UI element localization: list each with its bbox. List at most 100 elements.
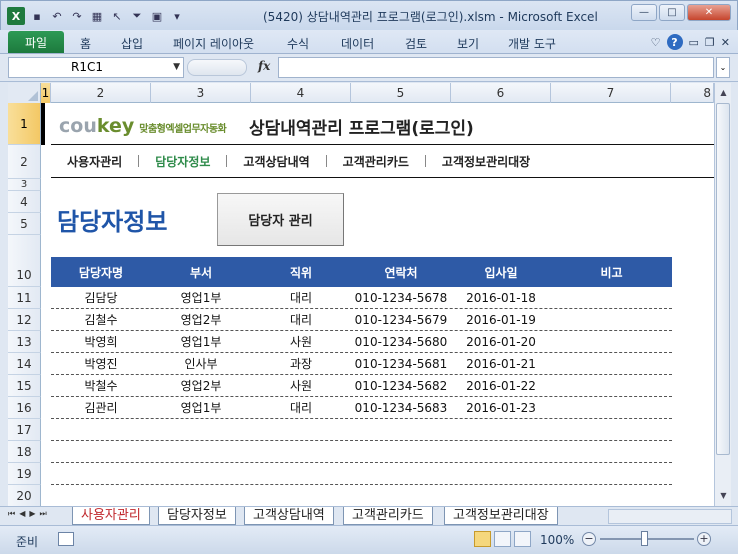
cell-note[interactable]: [551, 463, 672, 484]
row-header[interactable]: 17: [8, 419, 41, 441]
last-sheet-icon[interactable]: ⏭: [40, 509, 47, 519]
normal-view-icon[interactable]: [474, 531, 491, 547]
file-tab[interactable]: 파일: [8, 31, 64, 53]
row-header[interactable]: 15: [8, 375, 41, 397]
cell-department[interactable]: 인사부: [151, 353, 251, 374]
prev-sheet-icon[interactable]: ◀: [19, 509, 25, 519]
zoom-level[interactable]: 100%: [540, 533, 574, 547]
cell-name[interactable]: [51, 485, 151, 506]
page-layout-view-icon[interactable]: [494, 531, 511, 547]
cell-phone[interactable]: 010-1234-5679: [351, 309, 451, 330]
tab-developer[interactable]: 개발 도구: [508, 35, 556, 52]
filter-icon[interactable]: ⏷: [129, 8, 145, 24]
select-all-corner[interactable]: [8, 83, 41, 103]
insert-function-icon[interactable]: fx: [258, 59, 270, 73]
cell-note[interactable]: [551, 485, 672, 506]
menu-item-consult-history[interactable]: 고객상담내역: [227, 153, 325, 170]
grid-icon[interactable]: ▦: [89, 8, 105, 24]
menu-item-staff-info[interactable]: 담당자정보: [139, 153, 226, 170]
column-header[interactable]: 4: [251, 83, 351, 103]
cell-position[interactable]: [251, 485, 351, 506]
cell-phone[interactable]: [351, 463, 451, 484]
cell-phone[interactable]: [351, 419, 451, 440]
cell-position[interactable]: [251, 419, 351, 440]
page-break-view-icon[interactable]: [514, 531, 531, 547]
pointer-icon[interactable]: ↖: [109, 8, 125, 24]
cell-department[interactable]: 영업1부: [151, 331, 251, 352]
cell-hire-date[interactable]: 2016-01-21: [451, 353, 551, 374]
sheet-tab-customer-ledger[interactable]: 고객정보관리대장: [444, 507, 558, 525]
horizontal-scrollbar[interactable]: [608, 509, 732, 524]
tab-home[interactable]: 홈: [80, 35, 91, 52]
cell-phone[interactable]: 010-1234-5681: [351, 353, 451, 374]
cell-hire-date[interactable]: [451, 441, 551, 462]
tab-view[interactable]: 보기: [457, 35, 479, 52]
cell-department[interactable]: [151, 441, 251, 462]
zoom-out-icon[interactable]: −: [582, 532, 596, 546]
row-header[interactable]: 18: [8, 441, 41, 463]
vertical-scrollbar[interactable]: ▲ ▼: [714, 83, 731, 506]
cell-position[interactable]: 사원: [251, 375, 351, 396]
cell-note[interactable]: [551, 309, 672, 330]
maximize-button[interactable]: □: [659, 4, 685, 21]
zoom-in-icon[interactable]: +: [697, 532, 711, 546]
cell-hire-date[interactable]: 2016-01-18: [451, 287, 551, 308]
cell-name[interactable]: 김관리: [51, 397, 151, 418]
cell-note[interactable]: [551, 441, 672, 462]
cell-note[interactable]: [551, 375, 672, 396]
row-header[interactable]: 14: [8, 353, 41, 375]
column-header[interactable]: 3: [151, 83, 251, 103]
doc-close-icon[interactable]: ✕: [721, 36, 730, 49]
row-header[interactable]: 13: [8, 331, 41, 353]
cell-phone[interactable]: 010-1234-5682: [351, 375, 451, 396]
scroll-up-icon[interactable]: ▲: [716, 85, 731, 101]
row-header[interactable]: 11: [8, 287, 41, 309]
sheet-tab-user-management[interactable]: 사용자관리: [72, 507, 150, 525]
save-icon[interactable]: ▪: [29, 8, 45, 24]
cell-department[interactable]: [151, 419, 251, 440]
cell-note[interactable]: [551, 287, 672, 308]
tab-review[interactable]: 검토: [405, 35, 427, 52]
row-header[interactable]: 19: [8, 463, 41, 485]
cell-hire-date[interactable]: [451, 485, 551, 506]
expand-formula-bar-icon[interactable]: ⌄: [716, 57, 730, 78]
undo-icon[interactable]: ↶: [49, 8, 65, 24]
cell-position[interactable]: 사원: [251, 331, 351, 352]
cell-note[interactable]: [551, 419, 672, 440]
cell-hire-date[interactable]: 2016-01-23: [451, 397, 551, 418]
cell-name[interactable]: [51, 463, 151, 484]
sheet-tab-consult-history[interactable]: 고객상담내역: [244, 507, 334, 525]
tab-formulas[interactable]: 수식: [287, 35, 309, 52]
cell-name[interactable]: 박영희: [51, 331, 151, 352]
minimize-button[interactable]: —: [631, 4, 657, 21]
cell-name[interactable]: 박철수: [51, 375, 151, 396]
redo-icon[interactable]: ↷: [69, 8, 85, 24]
cell-note[interactable]: [551, 331, 672, 352]
cell-note[interactable]: [551, 397, 672, 418]
next-sheet-icon[interactable]: ▶: [29, 509, 35, 519]
cell-hire-date[interactable]: [451, 419, 551, 440]
zoom-slider-handle[interactable]: [641, 531, 648, 546]
cell-hire-date[interactable]: 2016-01-22: [451, 375, 551, 396]
tab-page-layout[interactable]: 페이지 레이아웃: [173, 35, 254, 52]
cell-phone[interactable]: [351, 441, 451, 462]
doc-minimize-icon[interactable]: ▭: [689, 36, 699, 49]
cell-position[interactable]: [251, 441, 351, 462]
cell-department[interactable]: [151, 463, 251, 484]
cell-department[interactable]: [151, 485, 251, 506]
cell-name[interactable]: 김철수: [51, 309, 151, 330]
help-icon[interactable]: ?: [666, 34, 683, 50]
worksheet-grid[interactable]: 1 2 3 4 5 6 7 8 1 2 3 4 5 10 11 12 13 14…: [8, 83, 714, 506]
cell-name[interactable]: 김담당: [51, 287, 151, 308]
row-header[interactable]: 4: [8, 191, 41, 213]
cell-name[interactable]: 박영진: [51, 353, 151, 374]
cell-name[interactable]: [51, 441, 151, 462]
cell-department[interactable]: 영업1부: [151, 287, 251, 308]
column-header[interactable]: 2: [51, 83, 151, 103]
cell-department[interactable]: 영업2부: [151, 375, 251, 396]
tab-insert[interactable]: 삽입: [121, 35, 143, 52]
cell-position[interactable]: 대리: [251, 287, 351, 308]
macro-record-icon[interactable]: [58, 532, 74, 546]
menu-item-customer-ledger[interactable]: 고객정보관리대장: [426, 153, 546, 170]
customize-qat-icon[interactable]: ▾: [169, 8, 185, 24]
